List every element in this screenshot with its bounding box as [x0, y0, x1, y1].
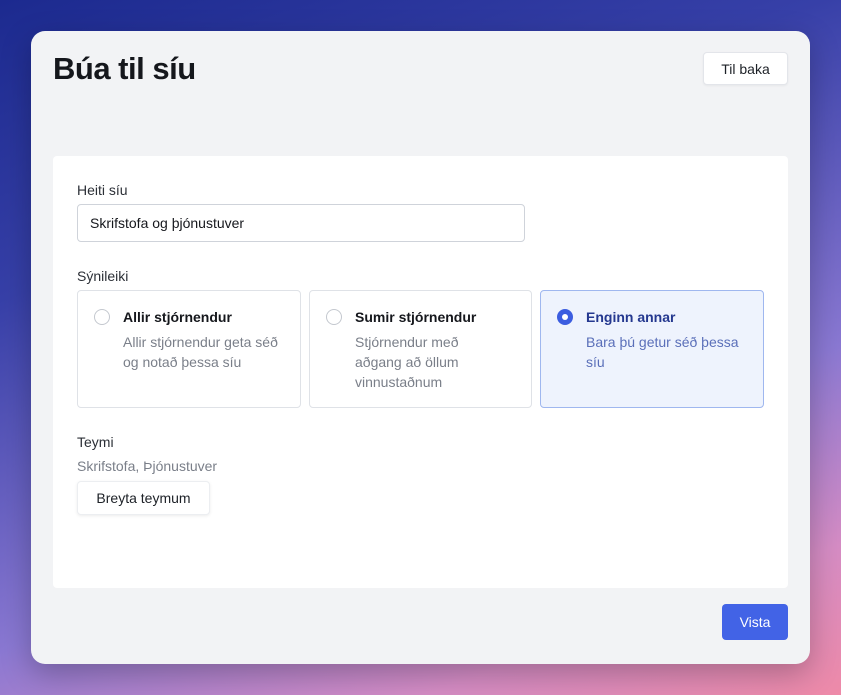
- visibility-options: Allir stjórnendur Allir stjórnendur geta…: [77, 290, 764, 408]
- teams-value: Skrifstofa, Þjónustuver: [77, 458, 218, 474]
- option-title: Sumir stjórnendur: [355, 309, 477, 325]
- save-button[interactable]: Vista: [722, 604, 788, 640]
- page-title: Búa til síu: [53, 51, 196, 86]
- option-description: Bara þú getur séð þessa síu: [586, 334, 739, 370]
- filter-name-label: Heiti síu: [77, 182, 128, 198]
- edit-teams-button[interactable]: Breyta teymum: [77, 481, 210, 515]
- visibility-option-no-one-else[interactable]: Enginn annar Bara þú getur séð þessa síu: [540, 290, 764, 408]
- visibility-label: Sýnileiki: [77, 268, 129, 284]
- option-description: Allir stjórnendur geta séð og notað þess…: [123, 334, 278, 370]
- radio-button[interactable]: [94, 309, 110, 325]
- filter-name-input[interactable]: [77, 204, 525, 242]
- radio-button-selected[interactable]: [557, 309, 573, 325]
- visibility-option-all-managers[interactable]: Allir stjórnendur Allir stjórnendur geta…: [77, 290, 301, 408]
- option-title: Allir stjórnendur: [123, 309, 232, 325]
- option-description: Stjórnendur með aðgang að öllum vinnusta…: [355, 334, 459, 390]
- option-title: Enginn annar: [586, 309, 676, 325]
- radio-button[interactable]: [326, 309, 342, 325]
- teams-label: Teymi: [77, 434, 114, 450]
- visibility-option-some-managers[interactable]: Sumir stjórnendur Stjórnendur með aðgang…: [309, 290, 532, 408]
- back-button[interactable]: Til baka: [703, 52, 788, 85]
- filter-form-card: Heiti síu Sýnileiki Allir stjórnendur Al…: [53, 156, 788, 588]
- create-filter-dialog: Búa til síu Til baka Heiti síu Sýnileiki…: [31, 31, 810, 664]
